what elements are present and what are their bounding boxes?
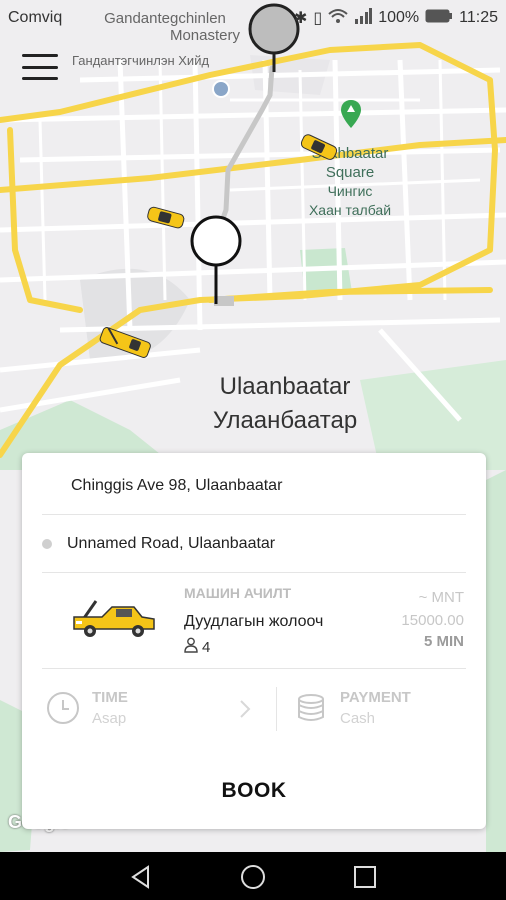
- home-icon[interactable]: [240, 864, 266, 890]
- seat-count: 4: [202, 638, 211, 656]
- vehicle-option[interactable]: МАШИН АЧИЛТ Дуудлагын жолооч 4 ~ MNT 150…: [42, 573, 466, 669]
- chevron-right-icon: [238, 699, 252, 719]
- back-icon[interactable]: [128, 864, 154, 890]
- destination-dot-icon: [42, 538, 52, 549]
- payment-value: Cash: [340, 710, 376, 727]
- map-label-city-en: Ulaanbaatar: [219, 373, 351, 400]
- signal-icon: [354, 7, 373, 29]
- map-label-monastery-mn: Гандантэгчинлэн Хийд: [72, 53, 210, 68]
- payment-title: PAYMENT: [340, 689, 411, 706]
- coins-icon: [294, 691, 328, 725]
- options-divider: [276, 687, 277, 731]
- poi-pin-icon: [212, 80, 230, 98]
- clock: 11:25: [459, 9, 498, 26]
- battery-percent: 100%: [378, 9, 420, 26]
- tow-truck-icon: [72, 593, 156, 641]
- android-nav-bar: [0, 852, 506, 900]
- battery-icon: [425, 9, 453, 28]
- menu-icon[interactable]: [22, 54, 58, 80]
- recents-icon[interactable]: [352, 864, 378, 890]
- clock-icon: [46, 691, 80, 725]
- map-label-square-en-2: Square: [325, 164, 375, 181]
- map-label-square-mn-1: Чингис: [327, 183, 373, 199]
- book-button[interactable]: BOOK: [22, 779, 486, 803]
- map-label-square-mn-2: Хаан талбай: [308, 202, 392, 218]
- time-value: Asap: [92, 710, 127, 727]
- map-label-city-mn: Улаанбаатар: [212, 407, 358, 434]
- eta-value: 5 MIN: [423, 633, 464, 650]
- vehicle-category: МАШИН АЧИЛТ: [184, 585, 292, 601]
- status-bar: Comviq ✱ ▯ 100% 11:25: [0, 0, 506, 36]
- booking-card: Chinggis Ave 98, Ulaanbaatar Unnamed Roa…: [22, 453, 486, 829]
- wifi-icon: [328, 8, 348, 29]
- pickup-address-row[interactable]: Chinggis Ave 98, Ulaanbaatar: [42, 457, 466, 515]
- time-option[interactable]: TIME Asap: [46, 683, 128, 733]
- price-value: 15000.00: [401, 612, 464, 629]
- payment-option[interactable]: PAYMENT Cash: [294, 683, 411, 733]
- booking-options: TIME Asap PAYMENT Cash: [42, 669, 466, 745]
- price-currency: ~ MNT: [418, 589, 464, 606]
- time-title: TIME: [92, 689, 128, 706]
- vehicle-seats: 4: [184, 637, 210, 657]
- vehicle-name: Дуудлагын жолооч: [184, 613, 324, 630]
- person-icon: [184, 637, 198, 657]
- carrier-label: Comviq: [8, 9, 63, 26]
- destination-address: Unnamed Road, Ulaanbaatar: [67, 534, 276, 552]
- vibrate-icon: ▯: [313, 10, 323, 27]
- destination-address-row[interactable]: Unnamed Road, Ulaanbaatar: [42, 515, 466, 573]
- bluetooth-icon: ✱: [294, 10, 308, 27]
- pickup-address: Chinggis Ave 98, Ulaanbaatar: [71, 476, 283, 494]
